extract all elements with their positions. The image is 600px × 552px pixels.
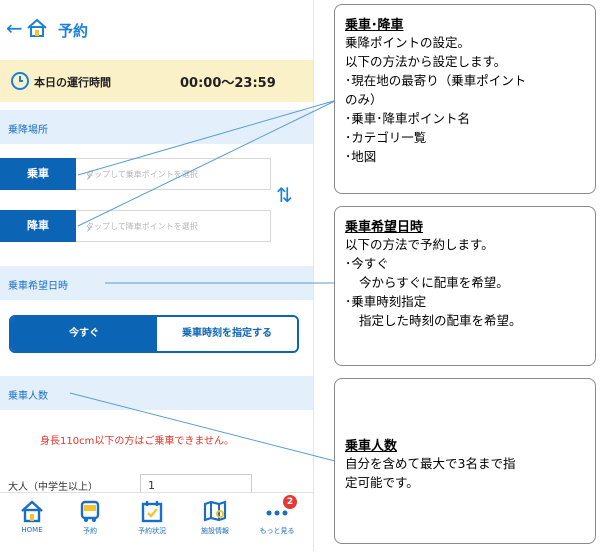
callout-line: ･現在地の最寄り（乗車ポイント (345, 73, 527, 88)
callout-datetime-title: 乗車希望日時 (345, 220, 424, 235)
callout-line: 指定した時刻の配車を希望。 (359, 313, 522, 328)
callout-line: ･乗車･降車ポイント名 (345, 111, 471, 126)
callout-line: 今からすぐに配車を希望。 (359, 275, 509, 290)
callout-line: 乗降ポイントの設定。 (345, 35, 471, 50)
connector-pickup (77, 99, 338, 176)
callout-passengers-title: 乗車人数 (345, 439, 398, 454)
callout-line: のみ） (345, 92, 383, 107)
callout-line: 自分を含めて最大で3名まで指 (345, 456, 516, 471)
callout-boarding: 乗車･降車 乗降ポイントの設定。 以下の方法から設定します。 ･現在地の最寄り（… (334, 4, 596, 194)
callout-line: 以下の方法で予約します。 (345, 237, 494, 252)
connector-passengers (69, 392, 336, 462)
callout-line: ･今すぐ (345, 256, 389, 271)
connector-dropoff (77, 99, 338, 227)
callout-line: ･カテゴリ一覧 (345, 130, 427, 145)
callout-boarding-title: 乗車･降車 (345, 18, 404, 33)
callout-passengers: 乗車人数 自分を含めて最大で3名まで指 定可能です。 (334, 378, 596, 544)
callout-line: 以下の方法から設定します。 (345, 54, 507, 69)
callout-datetime: 乗車希望日時 以下の方法で予約します。 ･今すぐ 今からすぐに配車を希望。 ･乗… (334, 206, 596, 366)
callout-line: 定可能です。 (345, 475, 419, 490)
callout-line: ･乗車時刻指定 (345, 294, 427, 309)
callout-line: ･地図 (345, 149, 377, 164)
